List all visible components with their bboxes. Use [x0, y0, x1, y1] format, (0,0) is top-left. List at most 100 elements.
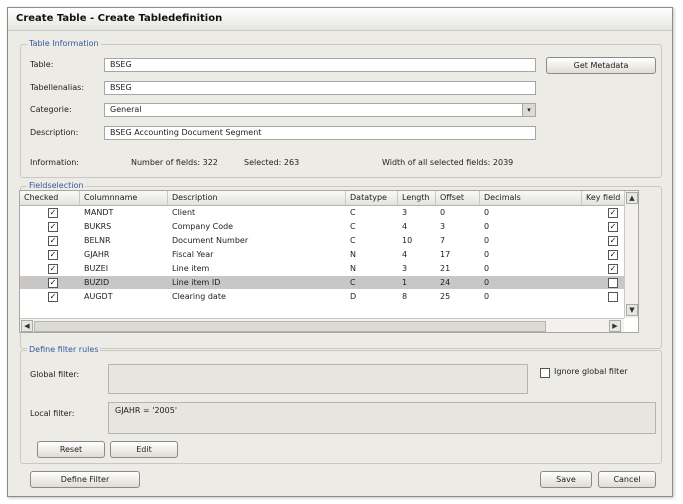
- cell-length: 4: [402, 250, 408, 259]
- key-field-checkbox[interactable]: ✓: [608, 236, 618, 246]
- save-button[interactable]: Save: [540, 471, 592, 488]
- cell-offset: 25: [440, 292, 451, 301]
- fieldselection-title: Fieldselection: [27, 181, 86, 190]
- checked-checkbox[interactable]: ✓: [48, 236, 58, 246]
- table-row[interactable]: ✓ GJAHR Fiscal Year N 4 17 0 ✓: [20, 248, 624, 261]
- cell-offset: 0: [440, 208, 446, 217]
- table-row[interactable]: ✓ MANDT Client C 3 0 0 ✓: [20, 206, 624, 219]
- column-header-datatype[interactable]: Datatype: [346, 191, 398, 205]
- scroll-left-icon[interactable]: ◀: [21, 320, 33, 332]
- cancel-button[interactable]: Cancel: [598, 471, 656, 488]
- cell-length: 8: [402, 292, 408, 301]
- field-grid[interactable]: Checked Columnname Description Datatype …: [19, 190, 639, 333]
- table-label: Table:: [30, 60, 54, 69]
- cell-decimals: 0: [484, 278, 490, 287]
- cell-datatype: N: [350, 264, 356, 273]
- edit-button[interactable]: Edit: [110, 441, 178, 458]
- cell-datatype: C: [350, 278, 356, 287]
- cell-columnname: BUKRS: [84, 222, 112, 231]
- ignore-global-filter-checkbox[interactable]: [540, 368, 550, 378]
- checked-checkbox[interactable]: ✓: [48, 222, 58, 232]
- title-bar: Create Table - Create Tabledefinition: [8, 8, 672, 31]
- scroll-up-icon[interactable]: ▲: [626, 192, 638, 204]
- selected-count: Selected: 263: [244, 158, 300, 167]
- window-title: Create Table - Create Tabledefinition: [16, 13, 223, 24]
- ignore-global-filter-label[interactable]: Ignore global filter: [554, 367, 628, 376]
- cell-length: 10: [402, 236, 413, 245]
- key-field-checkbox[interactable]: ✓: [608, 222, 618, 232]
- table-information-title: Table Information: [27, 39, 101, 48]
- define-filter-button[interactable]: Define Filter: [30, 471, 140, 488]
- column-header-key-field[interactable]: Key field: [582, 191, 624, 205]
- cell-length: 1: [402, 278, 408, 287]
- cell-decimals: 0: [484, 236, 490, 245]
- cell-description: Clearing date: [172, 292, 226, 301]
- key-field-checkbox[interactable]: ✓: [608, 250, 618, 260]
- grid-vertical-scrollbar[interactable]: ▲ ▼: [624, 191, 638, 318]
- cell-offset: 3: [440, 222, 446, 231]
- global-filter-field[interactable]: [108, 364, 528, 394]
- cell-columnname: AUGDT: [84, 292, 113, 301]
- description-input[interactable]: BSEG Accounting Document Segment: [104, 126, 536, 140]
- local-filter-field[interactable]: GJAHR = '2005': [108, 402, 656, 434]
- description-label: Description:: [30, 128, 79, 137]
- scroll-right-icon[interactable]: ▶: [609, 320, 621, 332]
- cell-columnname: BELNR: [84, 236, 111, 245]
- table-row[interactable]: ✓ BELNR Document Number C 10 7 0 ✓: [20, 234, 624, 247]
- reset-button[interactable]: Reset: [37, 441, 105, 458]
- cell-datatype: C: [350, 208, 356, 217]
- cell-offset: 24: [440, 278, 451, 287]
- table-row[interactable]: ✓ BUKRS Company Code C 4 3 0 ✓: [20, 220, 624, 233]
- table-row[interactable]: ✓ BUZEI Line item N 3 21 0 ✓: [20, 262, 624, 275]
- column-header-description[interactable]: Description: [168, 191, 346, 205]
- cell-description: Document Number: [172, 236, 249, 245]
- cell-columnname: MANDT: [84, 208, 114, 217]
- cell-description: Line item: [172, 264, 210, 273]
- column-header-columnname[interactable]: Columnname: [80, 191, 168, 205]
- grid-horizontal-scrollbar[interactable]: ◀ ▶: [20, 318, 624, 332]
- get-metadata-button[interactable]: Get Metadata: [546, 57, 656, 74]
- category-dropdown[interactable]: General ▾: [104, 103, 536, 117]
- key-field-checkbox[interactable]: [608, 278, 618, 288]
- number-of-fields: Number of fields: 322: [131, 158, 218, 167]
- table-row[interactable]: ✓ AUGDT Clearing date D 8 25 0: [20, 290, 624, 303]
- cell-description: Fiscal Year: [172, 250, 214, 259]
- category-label: Categorie:: [30, 105, 72, 114]
- cell-datatype: C: [350, 236, 356, 245]
- cell-decimals: 0: [484, 292, 490, 301]
- cell-decimals: 0: [484, 222, 490, 231]
- table-input[interactable]: BSEG: [104, 58, 536, 72]
- column-header-decimals[interactable]: Decimals: [480, 191, 582, 205]
- cell-columnname: BUZEI: [84, 264, 109, 273]
- alias-input[interactable]: BSEG: [104, 81, 536, 95]
- checked-checkbox[interactable]: ✓: [48, 208, 58, 218]
- checked-checkbox[interactable]: ✓: [48, 264, 58, 274]
- cell-columnname: GJAHR: [84, 250, 110, 259]
- column-header-checked[interactable]: Checked: [20, 191, 80, 205]
- cell-description: Client: [172, 208, 196, 217]
- checked-checkbox[interactable]: ✓: [48, 292, 58, 302]
- key-field-checkbox[interactable]: ✓: [608, 208, 618, 218]
- cell-length: 3: [402, 208, 408, 217]
- global-filter-label: Global filter:: [30, 370, 80, 379]
- alias-label: Tabellenalias:: [30, 83, 85, 92]
- cell-decimals: 0: [484, 208, 490, 217]
- key-field-checkbox[interactable]: [608, 292, 618, 302]
- table-row[interactable]: ✓ BUZID Line item ID C 1 24 0: [20, 276, 624, 289]
- checked-checkbox[interactable]: ✓: [48, 250, 58, 260]
- column-header-length[interactable]: Length: [398, 191, 436, 205]
- key-field-checkbox[interactable]: ✓: [608, 264, 618, 274]
- scroll-down-icon[interactable]: ▼: [626, 304, 638, 316]
- cell-description: Line item ID: [172, 278, 221, 287]
- scroll-thumb[interactable]: [34, 321, 546, 332]
- category-value: General: [110, 105, 142, 114]
- chevron-down-icon[interactable]: ▾: [522, 104, 535, 116]
- cell-decimals: 0: [484, 250, 490, 259]
- column-header-offset[interactable]: Offset: [436, 191, 480, 205]
- local-filter-label: Local filter:: [30, 409, 75, 418]
- cell-datatype: N: [350, 250, 356, 259]
- checked-checkbox[interactable]: ✓: [48, 278, 58, 288]
- grid-header: Checked Columnname Description Datatype …: [20, 191, 624, 206]
- cell-offset: 21: [440, 264, 451, 273]
- information-label: Information:: [30, 158, 80, 167]
